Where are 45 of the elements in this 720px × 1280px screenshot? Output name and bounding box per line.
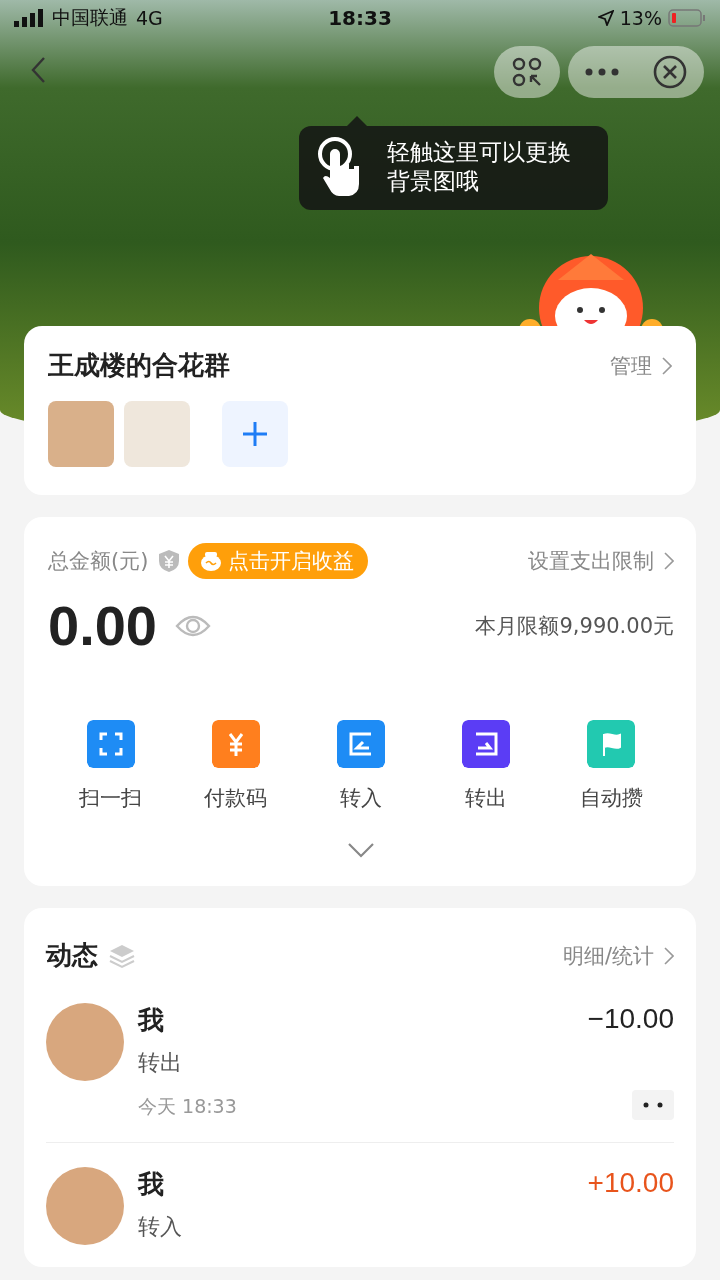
chevron-right-icon [664,552,674,570]
chevron-right-icon [664,946,674,965]
location-arrow-icon [597,10,614,26]
signal-icon [14,9,44,27]
action-button[interactable]: 转入 [298,720,424,812]
add-button[interactable] [222,401,288,467]
dots-icon [643,1102,663,1108]
money-bag-icon [200,551,223,571]
spending-limit-link[interactable]: 设置支出限制 [528,547,654,575]
member-name: 我 [138,1004,165,1037]
clock-time: 18:33 [328,6,392,30]
battery-icon [668,9,706,27]
activity-title: 动态 [46,939,98,972]
chevron-right-icon [662,356,672,375]
manage-link[interactable]: 管理 [610,351,652,380]
more-icon[interactable] [585,68,619,76]
monthly-limit: 本月限额9,990.00元 [475,612,674,640]
layers-icon [108,942,136,969]
transaction-amount: −10.00 [587,1003,674,1035]
more-button[interactable] [632,1090,674,1120]
action-button[interactable]: 付款码 [173,720,299,812]
details-stats-link[interactable]: 明细/统计 [562,941,654,970]
transaction-type: 转出 [138,1049,183,1077]
shield-yuan-icon [158,549,181,573]
balance-amount: 0.00 [48,593,157,658]
action-button[interactable]: 自动攒 [548,720,674,812]
close-icon[interactable] [653,55,687,89]
mini-program-button[interactable] [494,46,560,98]
expand-chevron-icon[interactable] [347,842,375,858]
carrier-name: 中国联通 [52,5,128,30]
battery-percent: 13% [619,7,662,29]
action-button[interactable]: 扫一扫 [48,720,174,812]
transaction-amount: +10.00 [587,1167,674,1199]
total-amount-label: 总金额(元) [48,548,149,575]
group-title: 王成楼的合花群 [48,349,231,382]
circles-arrow-icon [512,57,542,87]
transaction-time: 今天 18:33 [138,1094,238,1119]
plus-icon [241,420,269,448]
network-type: 4G [136,7,163,29]
action-button[interactable]: 转出 [423,720,549,812]
eye-icon[interactable] [175,613,211,638]
member-name: 我 [138,1168,165,1201]
tooltip-text: 轻触这里可以更换背景图哦 [386,138,572,196]
transaction-type: 转入 [138,1213,183,1241]
back-icon[interactable] [30,56,46,84]
